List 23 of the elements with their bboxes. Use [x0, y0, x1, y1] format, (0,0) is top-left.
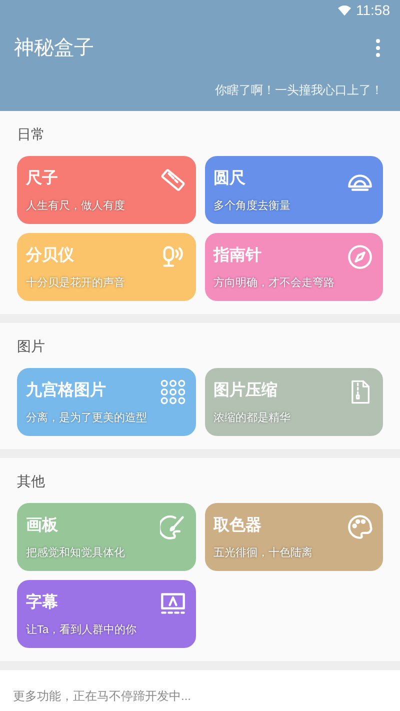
tool-card[interactable]: 分贝仪 十分贝是花开的声音	[17, 233, 196, 301]
ruler-icon	[160, 167, 186, 193]
section-title: 其他	[16, 472, 46, 491]
tool-card[interactable]: 取色器 五光徘徊，十色陆离	[204, 503, 383, 571]
brush-icon	[160, 514, 186, 540]
section-title: 图片	[16, 337, 46, 356]
tool-card[interactable]: 圆尺 多个角度去衡量	[204, 156, 383, 224]
grid-icon	[160, 379, 186, 405]
status-time: 11:58	[356, 3, 390, 17]
tool-card[interactable]: 尺子 人生有尺，做人有度	[17, 156, 196, 224]
section-title: 日常	[16, 125, 46, 144]
tool-card[interactable]: 字幕 让Ta，看到人群中的你	[17, 580, 196, 648]
wifi-icon	[338, 4, 351, 16]
tool-card[interactable]: 画板 把感觉和知觉具体化	[17, 503, 196, 571]
tool-card[interactable]: 图片压缩 浓缩的都是精华	[204, 368, 383, 436]
tool-card[interactable]: 九宫格图片 分离，是为了更美的造型	[17, 368, 196, 436]
app-title: 神秘盒子	[14, 36, 94, 61]
app-subtitle: 你瞎了啊！一头撞我心口上了！	[215, 82, 383, 99]
subtitle-screen-icon	[160, 591, 186, 617]
tool-card[interactable]: 指南针 方向明确，才不会走弯路	[204, 233, 383, 301]
palette-icon	[347, 514, 373, 540]
compass-icon	[347, 244, 373, 270]
footer-note: 更多功能，正在马不停蹄开发中...	[13, 689, 192, 703]
